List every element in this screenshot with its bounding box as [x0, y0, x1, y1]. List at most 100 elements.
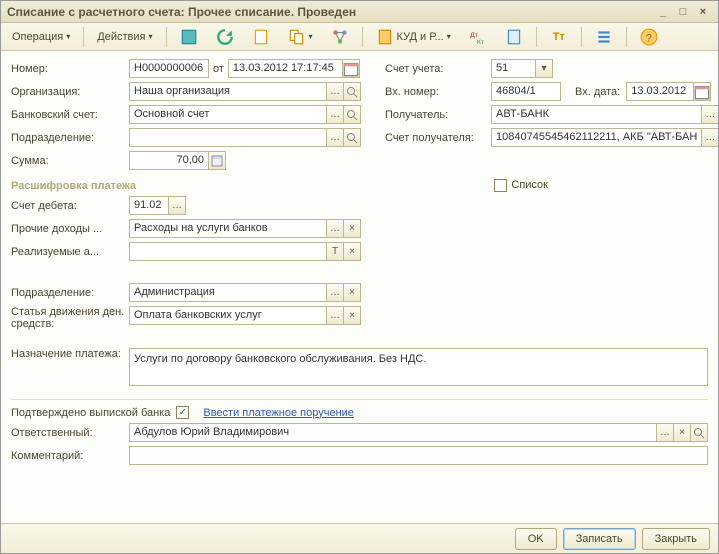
schetdeb-select-button[interactable]: … [168, 196, 186, 215]
schetpol-select-button[interactable]: … [701, 128, 718, 147]
schet-input[interactable]: 51 [491, 59, 536, 78]
content: Номер: Н0000000006 от 13.03.2012 17:17:4… [1, 51, 718, 523]
poluch-label: Получатель: [385, 109, 491, 121]
statya-clear-button[interactable]: × [343, 306, 361, 325]
org-select-button[interactable]: … [326, 82, 344, 101]
summa-label: Сумма: [11, 155, 129, 167]
realiz-label: Реализуемые а... [11, 246, 129, 258]
schet-dropdown-button[interactable]: ▾ [535, 59, 553, 78]
confirmed-checkbox[interactable]: ✓ [176, 406, 189, 419]
report-icon [505, 28, 523, 46]
book-icon [376, 28, 394, 46]
minimize-button[interactable]: _ [654, 4, 672, 20]
kud-menu[interactable]: КУД и Р...▾ [369, 26, 458, 48]
close-button[interactable]: × [694, 4, 712, 20]
document-icon [252, 28, 270, 46]
rasch-podr-label: Подразделение: [11, 287, 129, 299]
calendar-icon [343, 61, 359, 77]
nazn-textarea[interactable]: Услуги по договору банковского обслужива… [129, 348, 708, 386]
otv-clear-button[interactable]: × [673, 423, 691, 442]
date-input[interactable]: 13.03.2012 17:17:45 [228, 59, 343, 78]
prochie-clear-button[interactable]: × [343, 219, 361, 238]
toolbar-tt[interactable]: Тт [543, 26, 575, 48]
actions-menu[interactable]: Действия▾ [90, 26, 159, 48]
toolbar-icon-1[interactable] [173, 26, 205, 48]
prochie-select-button[interactable]: … [326, 219, 344, 238]
toolbar-list[interactable] [588, 26, 620, 48]
nomer-input[interactable]: Н0000000006 [129, 59, 209, 78]
statya-label: Статья движения ден. средств: [11, 306, 129, 330]
confirmed-label: Подтверждено выпиской банка [11, 407, 170, 419]
toolbar-help[interactable]: ? [633, 26, 665, 48]
toolbar-icon-3[interactable] [245, 26, 277, 48]
structure-icon [331, 28, 349, 46]
otv-input[interactable]: Абдулов Юрий Владимирович [129, 423, 657, 442]
org-label: Организация: [11, 86, 129, 98]
toolbar-icon-5[interactable] [324, 26, 356, 48]
poluch-input[interactable]: АВТ-БАНК [491, 105, 702, 124]
podr-open-button[interactable] [343, 128, 361, 147]
vhnomer-input[interactable]: 46804/1 [491, 82, 561, 101]
footer: OK Записать Закрыть [1, 523, 718, 553]
vhdata-picker-button[interactable] [693, 82, 711, 101]
vhdata-label: Вх. дата: [561, 86, 626, 98]
vhdata-input[interactable]: 13.03.2012 [626, 82, 694, 101]
date-picker-button[interactable] [342, 59, 360, 78]
magnify-icon [346, 132, 358, 144]
rasch-title: Расшифровка платежа [11, 180, 136, 192]
rasch-podr-select-button[interactable]: … [326, 283, 344, 302]
schetpol-input[interactable]: 10840745545462112211, АКБ "АВТ-БАН [491, 128, 702, 147]
save-button[interactable]: Записать [563, 528, 636, 550]
podr-select-button[interactable]: … [326, 128, 344, 147]
nomer-label: Номер: [11, 63, 129, 75]
schet-label: Счет учета: [385, 63, 491, 75]
bank-open-button[interactable] [343, 105, 361, 124]
calendar-icon [694, 84, 710, 100]
statya-input[interactable]: Оплата банковских услуг [129, 306, 327, 325]
comment-input[interactable] [129, 446, 708, 465]
close-footer-button[interactable]: Закрыть [642, 528, 710, 550]
bank-select-button[interactable]: … [326, 105, 344, 124]
toolbar: Операция▾ Действия▾ ▾ КУД и Р...▾ ДтКт Т… [1, 23, 718, 51]
comment-label: Комментарий: [11, 450, 129, 462]
refresh-icon [216, 28, 234, 46]
calculator-icon [211, 155, 223, 167]
operation-menu[interactable]: Операция▾ [5, 26, 77, 48]
list-icon [595, 28, 613, 46]
post-icon [180, 28, 198, 46]
svg-text:Кт: Кт [477, 38, 484, 45]
toolbar-icon-4[interactable]: ▾ [281, 26, 320, 48]
podr-input[interactable] [129, 128, 327, 147]
rasch-podr-input[interactable]: Администрация [129, 283, 327, 302]
bank-label: Банковский счет: [11, 109, 129, 121]
realiz-input[interactable] [129, 242, 327, 261]
toolbar-icon-report[interactable] [498, 26, 530, 48]
org-input[interactable]: Наша организация [129, 82, 327, 101]
statya-select-button[interactable]: … [326, 306, 344, 325]
based-on-icon [288, 28, 306, 46]
poluch-select-button[interactable]: … [701, 105, 718, 124]
prochie-input[interactable]: Расходы на услуги банков [129, 219, 327, 238]
org-open-button[interactable] [343, 82, 361, 101]
realiz-clear-button[interactable]: × [343, 242, 361, 261]
svg-text:?: ? [645, 32, 651, 44]
realiz-type-button[interactable]: T [326, 242, 344, 261]
otv-open-button[interactable] [690, 423, 708, 442]
bank-input[interactable]: Основной счет [129, 105, 327, 124]
summa-calc-button[interactable] [208, 151, 226, 170]
nazn-label: Назначение платежа: [11, 348, 129, 360]
rasch-podr-clear-button[interactable]: × [343, 283, 361, 302]
enter-payment-link[interactable]: Ввести платежное поручение [203, 407, 354, 419]
toolbar-dtkt[interactable]: ДтКт [462, 26, 494, 48]
otv-select-button[interactable]: … [656, 423, 674, 442]
summa-input[interactable]: 70,00 [129, 151, 209, 170]
maximize-button[interactable]: □ [674, 4, 692, 20]
toolbar-icon-2[interactable] [209, 26, 241, 48]
spisok-checkbox[interactable] [494, 179, 507, 192]
schetpol-label: Счет получателя: [385, 132, 491, 144]
schetdeb-input[interactable]: 91.02 [129, 196, 169, 215]
window: Списание с расчетного счета: Прочее спис… [0, 0, 719, 554]
window-title: Списание с расчетного счета: Прочее спис… [7, 5, 652, 19]
podr-label: Подразделение: [11, 132, 129, 144]
ok-button[interactable]: OK [515, 528, 557, 550]
